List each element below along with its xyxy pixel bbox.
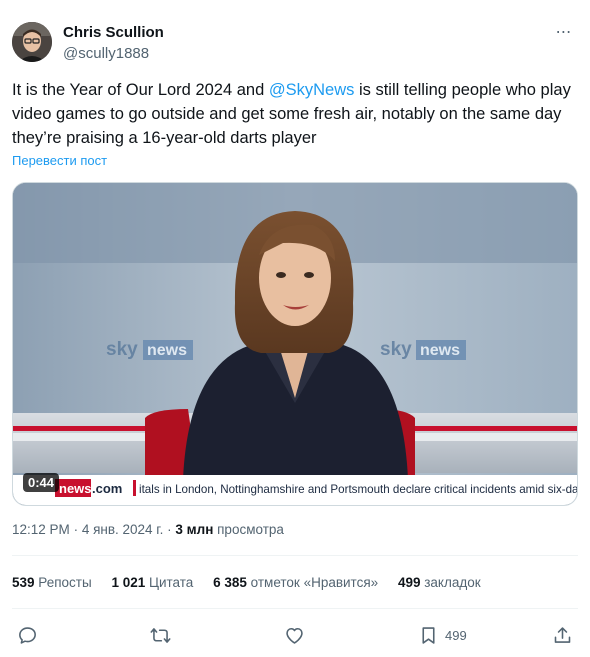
quotes-count: 1 021 xyxy=(111,575,146,590)
tweet-text: It is the Year of Our Lord 2024 and @Sky… xyxy=(12,78,578,150)
bookmarks-stat[interactable]: 499 закладок xyxy=(398,575,481,590)
quotes-label: Цитата xyxy=(149,575,194,590)
views-count: 3 млн xyxy=(175,522,214,537)
bookmark-icon xyxy=(422,626,435,644)
translate-post-link[interactable]: Перевести пост xyxy=(12,153,107,168)
bookmark-button[interactable]: 499 xyxy=(418,622,467,648)
tweet-header: Chris Scullion @scully1888 ⋯ xyxy=(0,0,590,70)
ticker-brand: news xyxy=(59,481,92,496)
reply-button[interactable] xyxy=(17,622,38,648)
share-button[interactable] xyxy=(552,622,573,648)
tweet-time[interactable]: 12:12 PM xyxy=(12,522,70,537)
author-avatar[interactable] xyxy=(12,22,52,62)
tweet-stats: 539 Репосты 1 021 Цитата 6 385 отметок «… xyxy=(12,575,497,590)
mention-link[interactable]: @SkyNews xyxy=(269,81,355,99)
video-player[interactable]: sky news sky news news .com itals in Lon… xyxy=(12,182,578,506)
repost-icon xyxy=(150,627,171,643)
quotes-stat[interactable]: 1 021 Цитата xyxy=(111,575,193,590)
more-options-icon[interactable]: ⋯ xyxy=(552,22,576,42)
reply-icon xyxy=(19,626,36,644)
tweet-text-part: It is the Year of Our Lord 2024 and xyxy=(12,81,269,99)
meta-separator: · xyxy=(73,522,79,537)
news-logo-right: news xyxy=(420,342,460,359)
bookmarks-label: закладок xyxy=(424,575,481,590)
likes-stat[interactable]: 6 385 отметок «Нравится» xyxy=(213,575,378,590)
views-label: просмотра xyxy=(217,522,284,537)
tweet-actions: 499 xyxy=(0,620,590,650)
ticker-text: itals in London, Nottinghamshire and Por… xyxy=(139,483,577,496)
sky-logo-left: sky xyxy=(106,339,138,360)
share-icon xyxy=(554,626,571,643)
tweet-meta: 12:12 PM · 4 янв. 2024 г. · 3 млн просмо… xyxy=(12,522,284,537)
reposts-stat[interactable]: 539 Репосты xyxy=(12,575,92,590)
sky-logo-right: sky xyxy=(380,339,412,360)
bookmark-count: 499 xyxy=(445,627,467,643)
like-button[interactable] xyxy=(284,622,305,648)
divider xyxy=(12,608,578,609)
likes-count: 6 385 xyxy=(213,575,247,590)
news-logo-left: news xyxy=(147,342,187,359)
video-duration-badge: 0:44 xyxy=(23,473,60,492)
reposts-label: Репосты xyxy=(38,575,92,590)
meta-separator: · xyxy=(167,522,172,537)
divider xyxy=(12,555,578,556)
repost-button[interactable] xyxy=(150,622,171,648)
ticker-domain: .com xyxy=(92,481,122,496)
bookmarks-count: 499 xyxy=(397,575,421,590)
tweet-date[interactable]: 4 янв. 2024 г. xyxy=(82,522,164,537)
likes-label: отметок «Нравится» xyxy=(250,575,379,590)
heart-icon xyxy=(286,627,303,644)
author-handle[interactable]: @scully1888 xyxy=(63,45,149,62)
author-name[interactable]: Chris Scullion xyxy=(63,24,164,41)
reposts-count: 539 xyxy=(12,575,35,590)
